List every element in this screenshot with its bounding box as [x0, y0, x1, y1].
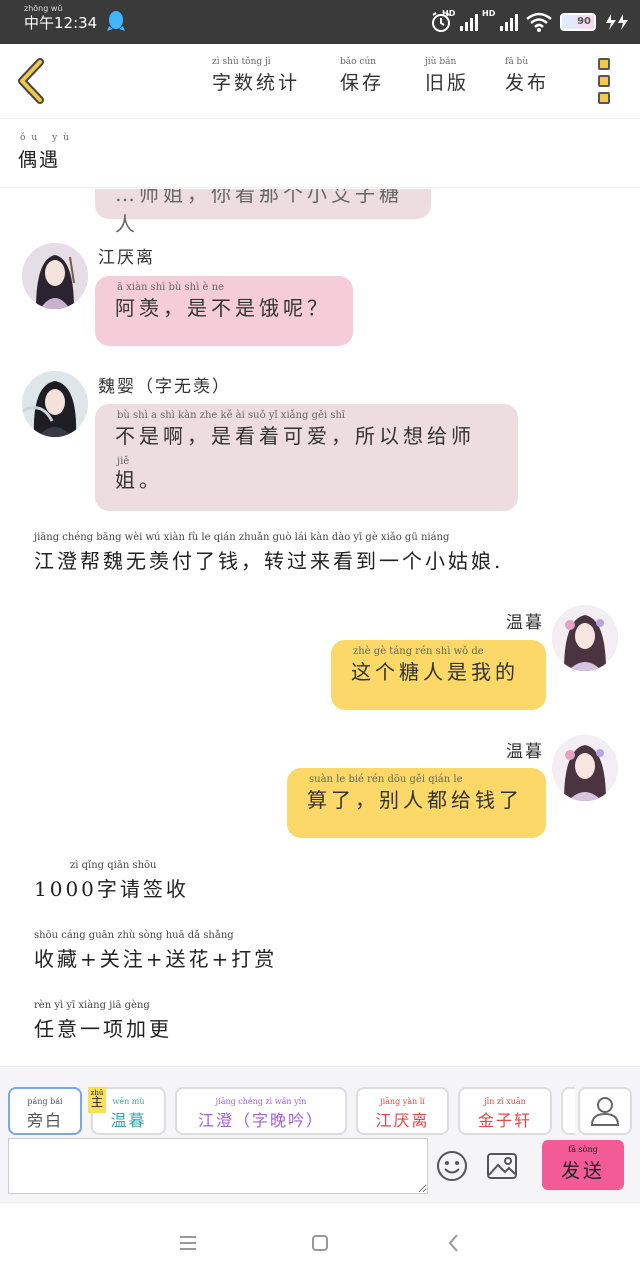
system-nav-bar: [0, 1202, 640, 1280]
narration-text: jiāng chéng bāng wèi wú xiàn fù le qián …: [34, 532, 504, 573]
chat-bubble: suàn le bié rén dōu gěi qián le 算了，别人都给钱…: [287, 768, 546, 838]
status-bar: zhōng wǔ 中午12:34 HD HD 90: [0, 0, 640, 44]
chapter-title: ǒu yù 偶遇: [18, 133, 75, 171]
chat-bubble: bù shì a shì kàn zhe kě ài suǒ yǐ xiǎng …: [95, 404, 518, 511]
chat-area[interactable]: …师姐，你看那个小艾子糖人 江厌离 ā xiàn shì bù shì è ne…: [0, 189, 640, 1065]
publish-button[interactable]: fā bù 发布: [505, 57, 549, 95]
role-chip-jiang-cheng[interactable]: jiāng chéng zì wǎn yín 江澄（字晚吟）: [175, 1087, 347, 1135]
status-time: zhōng wǔ 中午12:34: [24, 4, 98, 32]
menu-icon[interactable]: [176, 1231, 200, 1255]
qq-icon: [107, 11, 125, 31]
narration-text: shōu cáng guān zhù sòng huā dǎ shǎng 收藏+…: [34, 930, 278, 971]
avatar-wen-mu[interactable]: [552, 605, 618, 671]
home-icon[interactable]: [308, 1231, 332, 1255]
more-menu-icon[interactable]: [598, 58, 616, 104]
signal-1-icon: HD: [442, 9, 478, 31]
charging-icon: [606, 14, 628, 30]
role-chip-narrator[interactable]: páng bái 旁白: [8, 1087, 82, 1135]
status-time-pinyin: zhōng wǔ: [24, 4, 63, 13]
narration-text: rèn yì yī xiàng jiā gèng 任意一项加更: [34, 1000, 172, 1041]
role-selector: páng bái 旁白 wēn mù 温暮 zhǔ 主 jiāng chéng …: [0, 1066, 640, 1136]
message-input[interactable]: [8, 1138, 428, 1194]
speaker-name: 魏婴（字无羡）: [98, 377, 231, 397]
editor-toolbar: zì shù tǒng jì 字数统计 bǎo cún 保存 jiù bǎn 旧…: [0, 44, 640, 118]
narration-text: zì qǐng qiān shōu 1000字请签收: [34, 860, 189, 901]
wifi-icon: [526, 12, 552, 32]
word-count-button[interactable]: zì shù tǒng jì 字数统计: [212, 57, 300, 95]
speaker-name: 江厌离: [98, 248, 155, 268]
avatar-jiang-yanli[interactable]: [22, 243, 88, 309]
avatar-wen-mu[interactable]: [552, 735, 618, 801]
speaker-name: 温暮: [506, 613, 544, 633]
avatar-wei-ying[interactable]: [22, 371, 88, 437]
chat-bubble-partial: …师姐，你看那个小艾子糖人: [95, 189, 431, 236]
status-icons: HD HD 90: [430, 9, 630, 34]
role-chip-jin-zixuan[interactable]: jīn zǐ xuān 金子轩: [458, 1087, 552, 1135]
image-icon[interactable]: [486, 1150, 518, 1182]
owner-tag: zhǔ 主: [88, 1087, 106, 1113]
signal-2-icon: HD: [482, 9, 518, 31]
back-icon[interactable]: [442, 1231, 466, 1255]
emoji-icon[interactable]: [436, 1150, 468, 1182]
role-chip-more[interactable]: [561, 1087, 575, 1135]
old-version-button[interactable]: jiù bǎn 旧版: [425, 57, 469, 95]
chat-bubble: ā xiàn shì bù shì è ne 阿羡，是不是饿呢？: [95, 276, 353, 346]
role-chip-jiang-yanli[interactable]: jiāng yàn lí 江厌离: [356, 1087, 449, 1135]
user-icon[interactable]: [578, 1087, 632, 1135]
send-button[interactable]: fā sòng 发送: [542, 1140, 624, 1190]
battery-icon: 90: [560, 13, 596, 31]
chapter-title-row[interactable]: ǒu yù 偶遇: [0, 118, 640, 188]
message-input-row: fā sòng 发送: [0, 1136, 640, 1202]
back-chevron-icon[interactable]: [14, 58, 48, 104]
save-button[interactable]: bǎo cún 保存: [340, 57, 384, 95]
chat-bubble: zhè gè táng rén shì wǒ de 这个糖人是我的: [331, 640, 546, 710]
speaker-name: 温暮: [506, 742, 544, 762]
